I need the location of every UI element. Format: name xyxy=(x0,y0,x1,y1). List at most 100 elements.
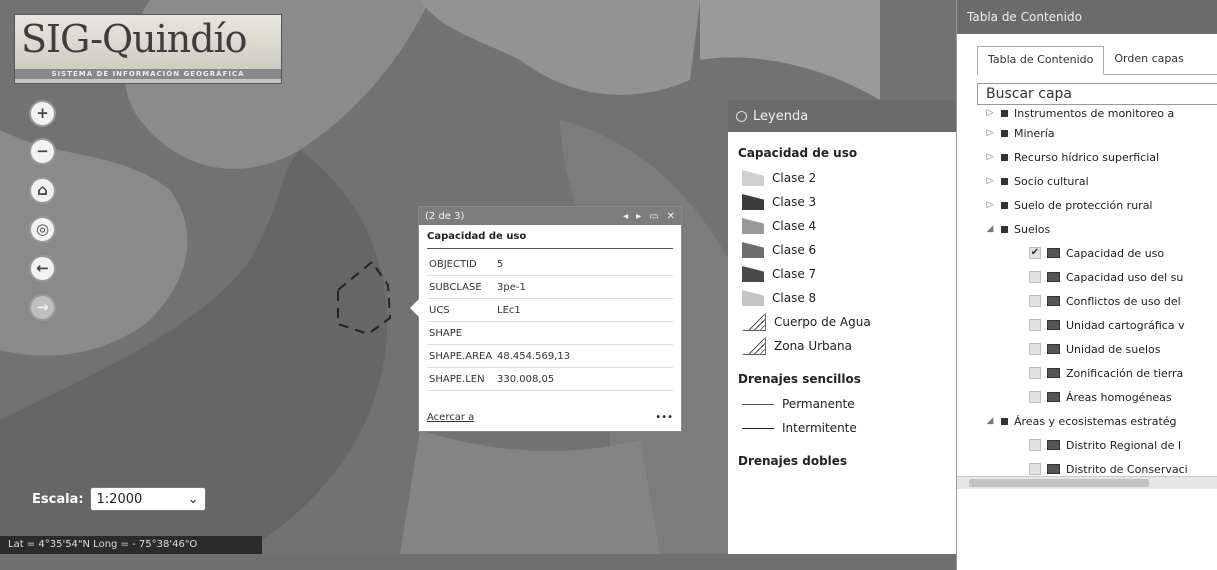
color-swatch xyxy=(742,290,764,306)
layer-group[interactable]: ▷ Suelo de protección rural xyxy=(977,193,1217,217)
layer-checkbox[interactable] xyxy=(1029,295,1041,307)
layer-checkbox[interactable] xyxy=(1029,271,1041,283)
layer-item[interactable]: Capacidad uso del su xyxy=(977,265,1217,289)
legend-item: Clase 7 xyxy=(728,262,968,286)
attribute-row: SHAPE.AREA 48.454.569,13 xyxy=(427,344,673,368)
layer-group[interactable]: ◢ Suelos xyxy=(977,217,1217,241)
locate-button[interactable]: ◎ xyxy=(29,216,56,243)
layer-label: Conflictos de uso del xyxy=(1066,294,1181,308)
zoom-out-button[interactable]: − xyxy=(29,138,56,165)
previous-feature-icon[interactable]: ◂ xyxy=(623,211,628,222)
more-options-icon[interactable]: ••• xyxy=(655,412,673,423)
layer-checkbox[interactable]: ✔ xyxy=(1029,247,1041,259)
expand-right-icon[interactable]: ▷ xyxy=(985,128,995,138)
hatch-swatch xyxy=(742,313,766,331)
legend-item-label: Clase 4 xyxy=(772,219,817,233)
next-extent-button[interactable]: → xyxy=(29,294,56,321)
layer-checkbox[interactable] xyxy=(1029,319,1041,331)
toc-window-title: Tabla de Contenido xyxy=(957,0,1217,34)
attribute-name: SHAPE.AREA xyxy=(427,344,495,368)
maximize-icon[interactable]: ▭ xyxy=(649,211,658,222)
layer-item[interactable]: Unidad de suelos xyxy=(977,337,1217,361)
attribute-table: OBJECTID 5 SUBCLASE 3pe-1 UCS LEc1 SHAPE SHAPE.… xyxy=(427,253,673,391)
expand-right-icon[interactable]: ◢ xyxy=(985,416,995,426)
expand-right-icon[interactable]: ▷ xyxy=(985,152,995,162)
layer-item[interactable]: Áreas homogéneas xyxy=(977,385,1217,409)
layer-label: Capacidad de uso xyxy=(1066,246,1165,260)
attribute-name: OBJECTID xyxy=(427,253,495,276)
scale-control: Escala: 1:2000 ⌄ xyxy=(32,484,206,514)
scale-select[interactable]: 1:2000 ⌄ xyxy=(89,487,206,511)
scrollbar-thumb[interactable] xyxy=(969,479,1149,487)
legend-item: Clase 2 xyxy=(728,166,968,190)
layer-group[interactable]: ▷ Socio cultural xyxy=(977,169,1217,193)
folder-icon xyxy=(1001,417,1008,425)
layer-checkbox[interactable] xyxy=(1029,463,1041,475)
next-feature-icon[interactable]: ▸ xyxy=(636,211,641,222)
legend-item: Clase 8 xyxy=(728,286,968,310)
zoom-in-button[interactable]: + xyxy=(29,100,56,127)
layer-item[interactable]: Unidad cartográfica v xyxy=(977,313,1217,337)
attribute-row: UCS LEc1 xyxy=(427,298,673,322)
legend-item: Cuerpo de Agua xyxy=(728,310,968,334)
expand-right-icon[interactable]: ▷ xyxy=(985,200,995,210)
coordinates-text: Lat = 4°35'54"N Long = - 75°38'46"O xyxy=(8,539,198,550)
layer-item[interactable]: Zonificación de tierra xyxy=(977,361,1217,385)
legend-item: Clase 3 xyxy=(728,190,968,214)
legend-item-label: Clase 7 xyxy=(772,267,817,281)
tab-layer-order[interactable]: Orden capas xyxy=(1104,46,1193,74)
color-swatch xyxy=(742,242,764,258)
layer-checkbox[interactable] xyxy=(1029,439,1041,451)
layer-checkbox[interactable] xyxy=(1029,391,1041,403)
legend-item: Intermitente xyxy=(728,416,968,440)
folder-icon xyxy=(1001,129,1008,137)
layer-icon xyxy=(1047,248,1060,258)
tab-table-of-contents[interactable]: Tabla de Contenido xyxy=(977,46,1105,75)
layer-search-input[interactable]: Buscar capa xyxy=(977,83,1217,105)
layer-icon xyxy=(1047,296,1060,306)
previous-extent-button[interactable]: ← xyxy=(29,255,56,282)
legend-item-label: Permanente xyxy=(782,397,855,411)
layer-label: Distrito Regional de I xyxy=(1066,438,1182,452)
layer-group-label: Áreas y ecosistemas estratég xyxy=(1014,414,1177,428)
color-swatch xyxy=(742,194,764,210)
attribute-value: 3pe-1 xyxy=(495,275,673,299)
expand-right-icon[interactable]: ▷ xyxy=(985,176,995,186)
attribute-name: SHAPE xyxy=(427,321,495,345)
expand-right-icon[interactable]: ◢ xyxy=(985,224,995,234)
horizontal-scrollbar[interactable] xyxy=(957,476,1217,489)
layer-item[interactable]: ✔ Capacidad de uso xyxy=(977,241,1217,265)
layer-icon xyxy=(1047,368,1060,378)
expand-right-icon[interactable]: ▷ xyxy=(985,108,995,118)
home-button[interactable]: ⌂ xyxy=(29,177,56,204)
legend-title: Leyenda xyxy=(753,108,809,124)
layer-group[interactable]: ◢ Áreas y ecosistemas estratég xyxy=(977,409,1217,433)
layer-group[interactable]: ▷ Minería xyxy=(977,121,1217,145)
legend-item-label: Clase 2 xyxy=(772,171,817,185)
attribute-name: UCS xyxy=(427,298,495,322)
layer-item[interactable]: Distrito Regional de I xyxy=(977,433,1217,457)
arrow-right-icon: → xyxy=(36,298,49,316)
layer-item[interactable]: Conflictos de uso del xyxy=(977,289,1217,313)
legend-item: Clase 4 xyxy=(728,214,968,238)
layer-checkbox[interactable] xyxy=(1029,367,1041,379)
layer-group[interactable]: ▷ Recurso hídrico superficial xyxy=(977,145,1217,169)
zoom-to-link[interactable]: Acercar a xyxy=(427,412,474,423)
layer-group[interactable]: ▷ Instrumentos de monitoreo a xyxy=(977,105,1217,121)
color-swatch xyxy=(742,266,764,282)
legend-item-label: Clase 8 xyxy=(772,291,817,305)
logo-title: SIG-Quindío xyxy=(21,17,248,61)
layer-checkbox[interactable] xyxy=(1029,343,1041,355)
chevron-down-icon: ⌄ xyxy=(187,491,199,507)
sig-quindio-logo: SIG-Quindío SISTEMA DE INFORMACIÓN GEOGR… xyxy=(14,14,282,84)
popup-pointer xyxy=(410,299,419,317)
attribute-name: SHAPE.LEN xyxy=(427,367,495,391)
color-swatch xyxy=(742,218,764,234)
layer-group-label: Minería xyxy=(1014,126,1055,140)
close-icon[interactable]: ✕ xyxy=(667,211,675,222)
legend-body: Capacidad de uso Clase 2 Clase 3 Clase 4 Cla… xyxy=(728,146,968,468)
line-symbol xyxy=(742,427,774,429)
layer-icon xyxy=(1047,272,1060,282)
legend-section-title: Drenajes dobles xyxy=(738,454,848,468)
popup-footer: Acercar a ••• xyxy=(427,412,673,423)
